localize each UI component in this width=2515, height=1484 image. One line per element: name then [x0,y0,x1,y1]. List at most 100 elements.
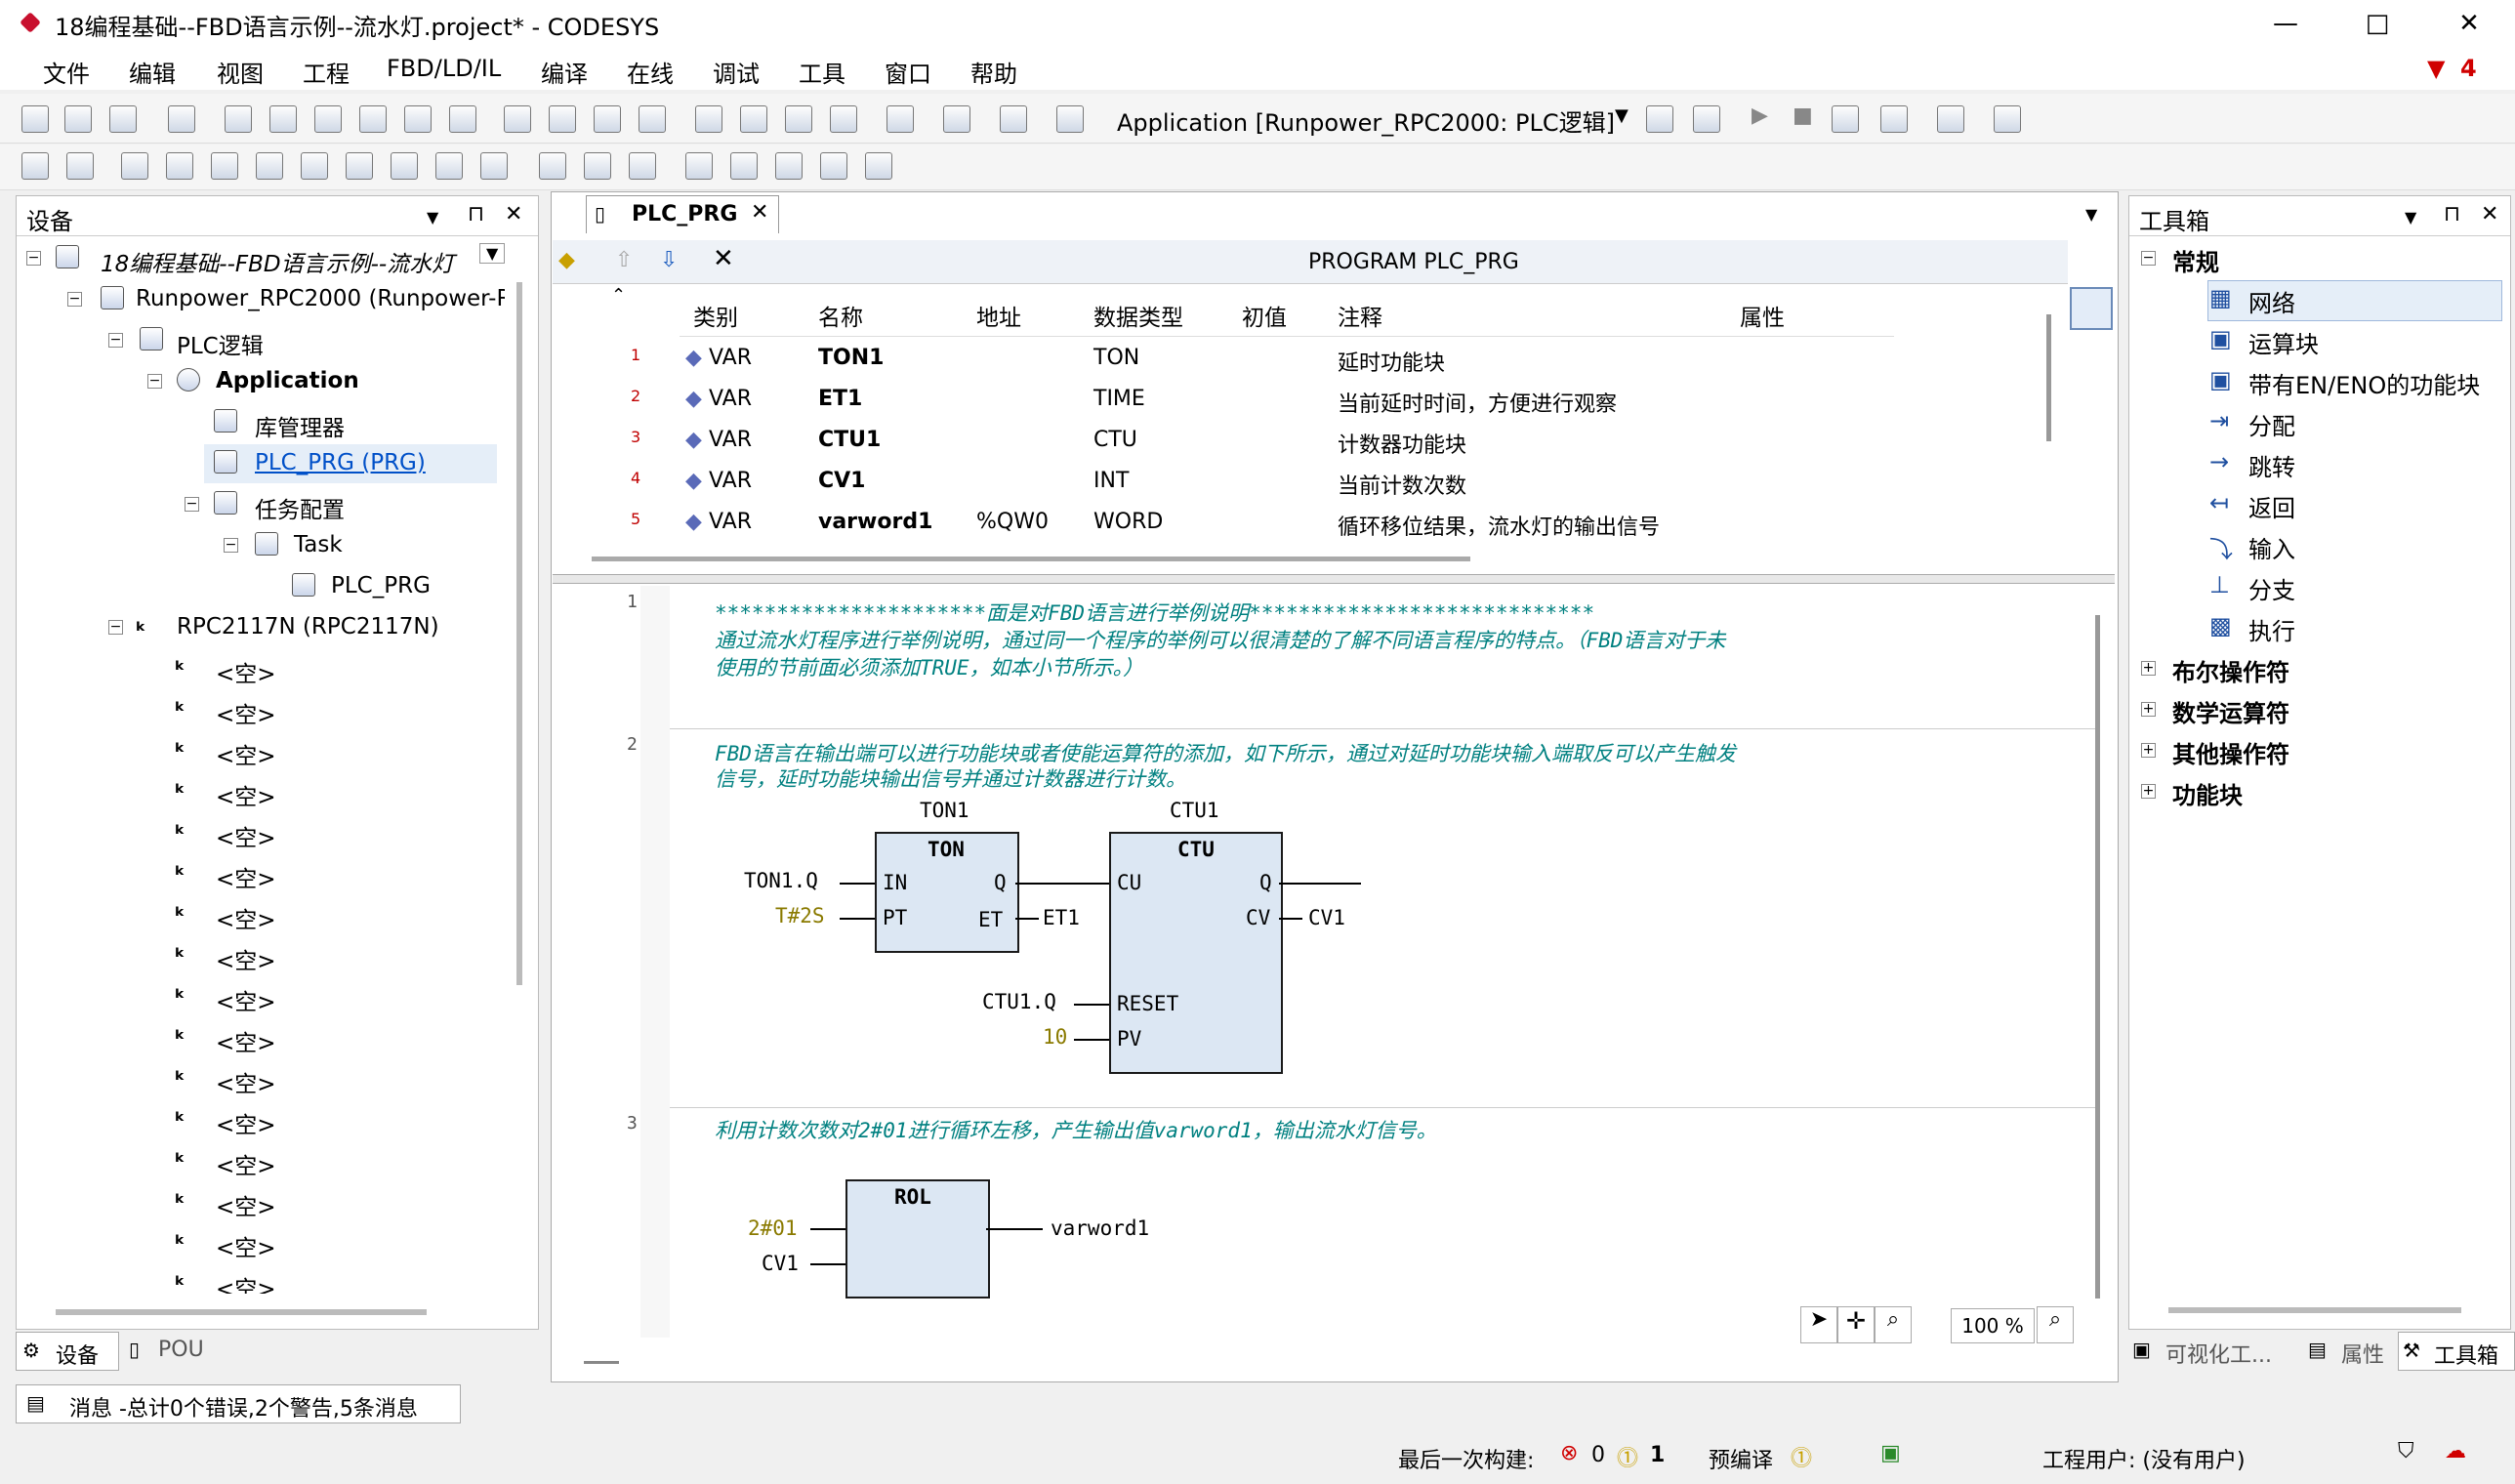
tab-devices[interactable]: ⚙ 设备 [16,1332,119,1371]
new-file-icon[interactable] [21,105,49,133]
var-name[interactable]: ET1 [818,387,862,411]
tree-empty-slot[interactable]: <空> [216,1065,276,1098]
find-all-icon[interactable] [594,105,621,133]
menu-fbd-ld-il[interactable]: FBD/LD/IL [387,55,501,82]
close-button[interactable]: ✕ [2425,2,2513,45]
insert-box-icon-2[interactable] [166,152,193,180]
expander-icon[interactable]: + [2141,702,2156,717]
window-icon[interactable] [886,105,914,133]
tree-empty-slot[interactable]: <空> [216,1147,276,1180]
export-icon[interactable] [1000,105,1027,133]
filter-icon[interactable] [1937,105,1964,133]
toolbox-group-other[interactable]: 其他操作符 [2172,735,2289,769]
reset-icon[interactable] [1832,105,1859,133]
branch-icon[interactable] [685,152,713,180]
toolbox-item-branch[interactable]: 分支 [2248,571,2295,605]
next-bookmark-icon[interactable] [740,105,767,133]
prev-bookmark-icon[interactable] [785,105,812,133]
expander-icon[interactable]: − [147,374,162,389]
tree-task-config[interactable]: 任务配置 [255,491,345,524]
insert-label-icon[interactable] [391,152,418,180]
tree-application[interactable]: Application [216,368,359,393]
expander-icon[interactable]: + [2141,661,2156,676]
ctu-reset-variable[interactable]: CTU1.Q [982,990,1056,1013]
textual-view-icon[interactable] [2070,240,2113,283]
tree-empty-slot[interactable]: <空> [216,1106,276,1139]
tree-empty-slot[interactable]: <空> [216,860,276,893]
var-name[interactable]: TON1 [818,346,884,370]
tree-task-prg[interactable]: PLC_PRG [331,573,431,598]
toolbox-horizontal-scrollbar[interactable] [2168,1307,2461,1313]
zoom-fit-icon[interactable]: ⌕ [2037,1306,2074,1343]
col-initial[interactable]: 初值 [1242,299,1287,332]
set-branch-icon[interactable] [775,152,803,180]
var-datatype[interactable]: INT [1093,469,1129,493]
editor-horizontal-scrollbar[interactable] [584,1361,619,1364]
move-down-icon[interactable]: ⇩ [660,248,678,272]
var-comment[interactable]: 计数器功能块 [1338,428,1466,459]
tab-plc-prg[interactable]: ▯ PLC_PRG ✕ [586,195,779,233]
expander-icon[interactable]: − [224,538,238,553]
toolbox-group-function-blocks[interactable]: 功能块 [2172,776,2243,810]
insert-input-icon[interactable] [480,152,508,180]
toolbox-item-execute[interactable]: 执行 [2248,612,2295,646]
sort-icon[interactable]: ⌃ [611,285,626,306]
panel-menu-icon[interactable]: ▼ [2405,208,2416,227]
fbd-vertical-scrollbar[interactable] [2095,615,2100,1298]
active-application[interactable]: Application [Runpower_RPC2000: PLC逻辑] [1117,103,1615,138]
clear-bookmarks-icon[interactable] [830,105,857,133]
tree-horizontal-scrollbar[interactable] [56,1309,427,1315]
precompile-status-icon[interactable]: ⓵ [1791,1441,1812,1472]
menu-tools[interactable]: 工具 [799,55,845,89]
toolbox-item-input[interactable]: 输入 [2248,530,2295,564]
open-folder-icon[interactable] [64,105,92,133]
var-name[interactable]: varword1 [818,510,932,534]
rol-in2-variable[interactable]: CV1 [762,1252,799,1275]
menu-window[interactable]: 窗口 [885,55,931,89]
insert-network-icon[interactable] [21,152,49,180]
splitter[interactable] [553,574,2115,584]
var-comment[interactable]: 当前延时时间，方便进行观察 [1338,387,1617,418]
tree-plc-logic[interactable]: PLC逻辑 [177,327,264,360]
col-attributes[interactable]: 属性 [1740,299,1785,332]
var-name[interactable]: CV1 [818,469,865,493]
print-icon[interactable] [168,105,195,133]
expander-icon[interactable]: + [2141,743,2156,758]
run-icon[interactable]: ▶ [1752,103,1768,128]
toolbox-item-assignment[interactable]: 分配 [2248,407,2295,441]
insert-assignment-icon[interactable] [121,152,148,180]
tree-empty-slot[interactable]: <空> [216,737,276,770]
panel-close-icon[interactable]: ✕ [2481,202,2498,227]
menu-dropdown-icon[interactable] [943,105,970,133]
var-name[interactable]: CTU1 [818,428,881,452]
var-address[interactable]: %QW0 [976,510,1049,534]
tree-empty-slot[interactable]: <空> [216,819,276,852]
pan-tool-icon[interactable]: ✛ [1837,1306,1875,1343]
tab-visualization[interactable]: 可视化工... [2165,1338,2272,1369]
tree-task[interactable]: Task [294,532,343,557]
menu-build[interactable]: 编译 [541,55,588,89]
pin-icon[interactable]: ⊓ [2444,202,2460,227]
var-class[interactable]: VAR [709,469,752,493]
insert-box-icon-3[interactable] [211,152,238,180]
menu-edit[interactable]: 编辑 [129,55,176,89]
editor-tabs-dropdown-icon[interactable]: ▼ [2085,205,2097,224]
tab-close-icon[interactable]: ✕ [751,200,768,225]
insert-output-icon[interactable] [539,152,566,180]
logout-icon[interactable] [1693,105,1720,133]
var-comment[interactable]: 延时功能块 [1338,346,1445,377]
tree-empty-slot[interactable]: <空> [216,1229,276,1262]
messages-tab[interactable]: ▤ 消息 -总计0个错误,2个警告,5条消息 [16,1384,461,1423]
stop-icon[interactable]: ■ [1793,103,1813,128]
tree-io-module[interactable]: RPC2117N (RPC2117N) [177,614,439,639]
insert-box-icon-4[interactable] [256,152,283,180]
toolbox-group-general[interactable]: 常规 [2172,243,2219,277]
bookmark-icon[interactable] [695,105,722,133]
var-horizontal-scrollbar[interactable] [592,556,1470,561]
var-class[interactable]: VAR [709,510,752,534]
copy-icon[interactable] [359,105,387,133]
var-class[interactable]: VAR [709,428,752,452]
move-up-icon[interactable]: ⇧ [615,248,633,272]
insert-branch-icon[interactable] [629,152,656,180]
expander-icon[interactable]: + [2141,784,2156,799]
